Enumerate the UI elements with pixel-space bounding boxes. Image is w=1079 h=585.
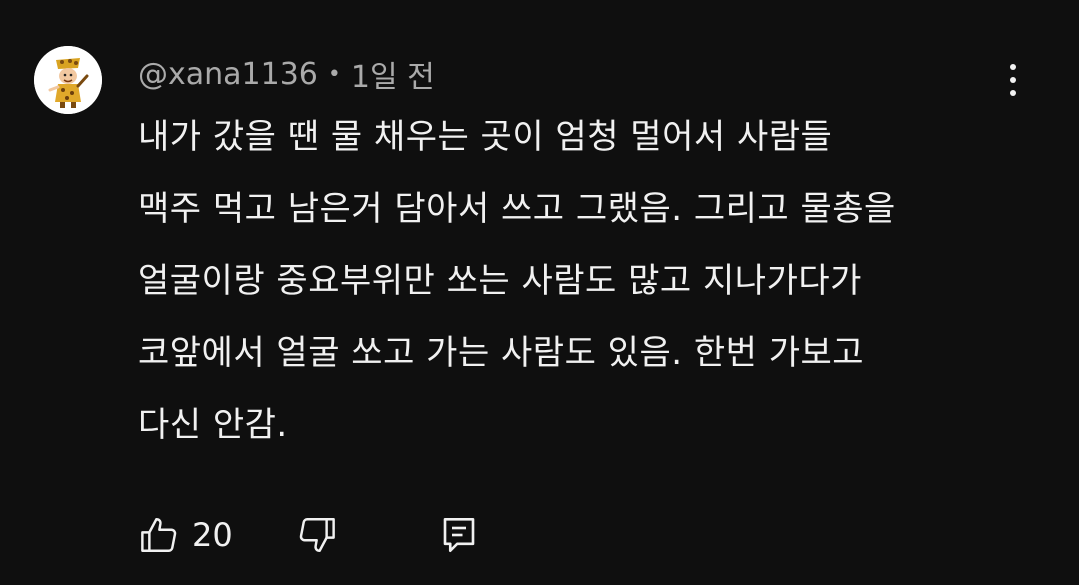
like-count: 20 [192, 516, 233, 554]
comment-line: 코앞에서 얼굴 쏘고 가는 사람도 있음. 한번 가보고 [138, 333, 865, 373]
more-options-button[interactable] [996, 60, 1030, 100]
vertical-ellipsis-icon [1010, 64, 1016, 70]
thumbs-up-icon [141, 518, 177, 552]
ellipsis-dot [1010, 77, 1016, 83]
like-button[interactable]: 20 [138, 512, 233, 558]
ellipsis-dot [1010, 90, 1016, 96]
comment-timestamp[interactable]: 1일 전 [351, 52, 435, 96]
comment-line: 얼굴이랑 중요부위만 쏘는 사람도 많고 지나가다가 [138, 261, 862, 301]
comment-header: @xana1136 • 1일 전 [138, 52, 435, 96]
dislike-button[interactable] [296, 512, 338, 558]
reply-button[interactable] [438, 512, 480, 558]
cartoon-character-avatar-icon [34, 46, 102, 114]
author-name[interactable]: @xana1136 [138, 57, 318, 92]
avatar[interactable] [34, 46, 102, 114]
separator-dot: • [327, 61, 341, 87]
comment-line: 내가 갔을 땐 물 채우는 곳이 엄청 멀어서 사람들 [138, 117, 833, 157]
thumbs-down-icon [299, 518, 335, 552]
comment-line: 맥주 먹고 남은거 담아서 쓰고 그랬음. 그리고 물총을 [138, 189, 896, 229]
comment-line: 다신 안감. [138, 405, 288, 445]
comment-actions: 20 [138, 512, 498, 558]
reply-comment-icon [443, 517, 475, 553]
comment-body: 내가 갔을 땐 물 채우는 곳이 엄청 멀어서 사람들 맥주 먹고 남은거 담아… [138, 118, 1038, 478]
